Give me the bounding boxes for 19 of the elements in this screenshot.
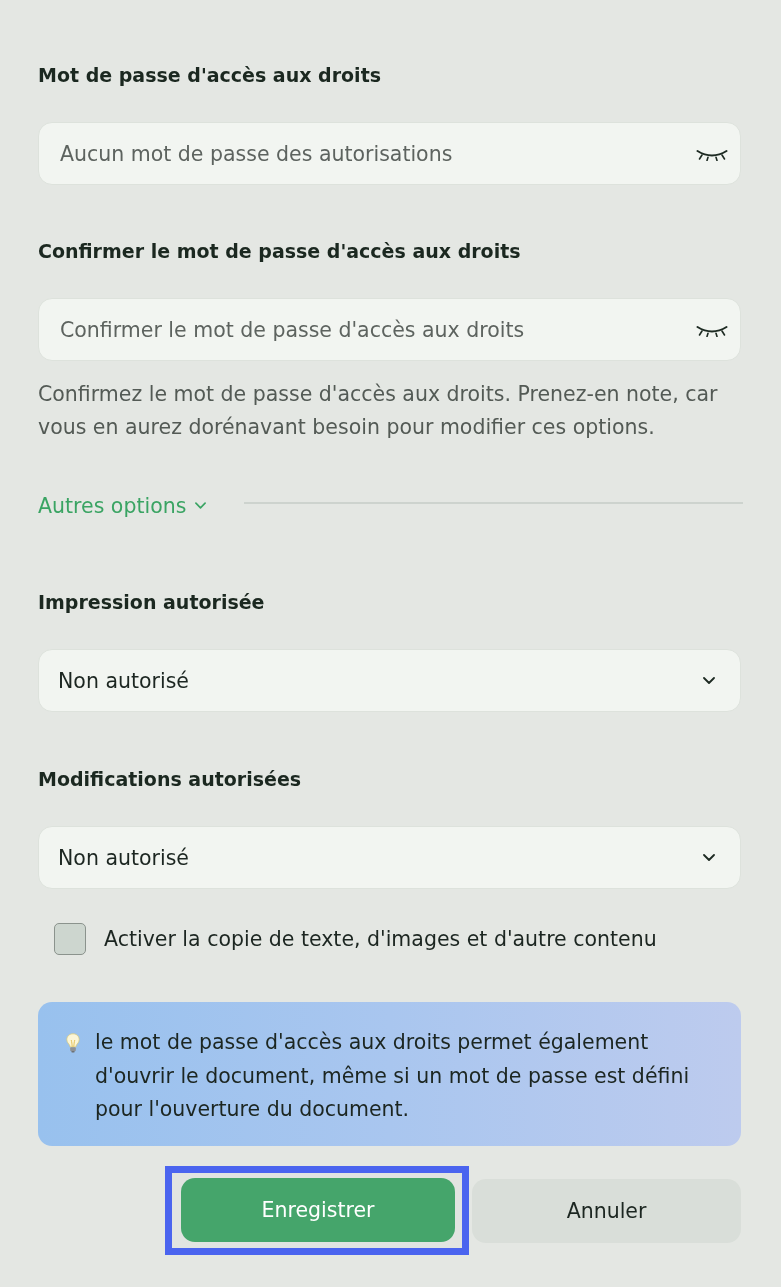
chevron-down-icon <box>703 677 715 684</box>
dropdown-field[interactable]: Non autorisé <box>38 649 741 712</box>
password-field[interactable]: Aucun mot de passe des autorisations <box>38 122 741 185</box>
info-text: le mot de passe d'accès aux droits permet également d'ouvrir le document, même si un mot de passe est défini pour l'ouverture du document. <box>95 1029 691 1123</box>
lightbulb-icon <box>66 1033 80 1053</box>
field-label: Impression autorisée <box>38 590 266 615</box>
checkbox[interactable] <box>54 923 86 955</box>
eye-closed-icon[interactable] <box>696 325 728 337</box>
hint-text: Confirmez le mot de passe d'accès aux droits. Prenez-en note, car vous en aurez dorénavant besoin pour modifier ces options. <box>38 381 719 441</box>
checkbox-label[interactable]: Activer la copie de texte, d'images et d'autre contenu <box>104 927 657 951</box>
field-label: Modifications autorisées <box>38 767 303 792</box>
password-field[interactable]: Confirmer le mot de passe d'accès aux droits <box>38 298 741 361</box>
chevron-down-icon <box>703 854 715 861</box>
cancel-button[interactable]: Annuler <box>472 1178 741 1243</box>
field-label: Confirmer le mot de passe d'accès aux droits <box>38 239 522 264</box>
chevron-down-icon <box>195 501 207 509</box>
field-label: Mot de passe d'accès aux droits <box>38 63 383 88</box>
eye-closed-icon[interactable] <box>696 149 728 161</box>
dropdown-field[interactable]: Non autorisé <box>38 826 741 889</box>
